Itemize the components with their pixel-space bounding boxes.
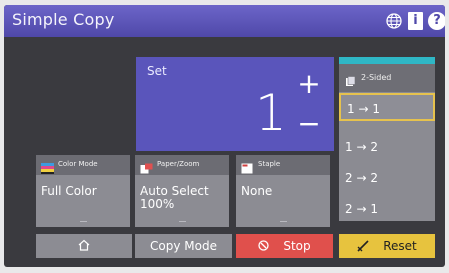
color-mode-card[interactable]: Color Mode Full Color [36, 155, 130, 227]
color-mode-svg [41, 163, 54, 174]
color-mode-header: Color Mode [36, 155, 130, 175]
color-mode-icon [41, 159, 54, 174]
staple-value: None [241, 184, 273, 198]
home-button[interactable] [36, 234, 132, 258]
two-sided-title: 2-Sided [361, 73, 392, 82]
set-label: Set [147, 64, 167, 78]
staple-indicator [280, 218, 287, 222]
globe-icon[interactable] [385, 12, 403, 30]
staple-card[interactable]: Staple None [236, 155, 330, 227]
duplex-option-1-to-1[interactable]: 1 → 1 [339, 93, 435, 121]
staple-icon [241, 159, 254, 174]
reset-icon [357, 234, 369, 258]
stop-icon [258, 234, 270, 258]
paper-zoom-svg [140, 163, 153, 174]
stop-label: Stop [283, 239, 311, 253]
stop-button[interactable]: Stop [236, 234, 333, 258]
home-icon [78, 239, 90, 251]
paper-zoom-card[interactable]: Paper/Zoom Auto Select 100% [135, 155, 229, 227]
duplex-option-1-to-2[interactable]: 1 → 2 [339, 133, 435, 161]
reset-button[interactable]: Reset [339, 234, 435, 258]
paper-zoom-value-line2: 100% [140, 197, 175, 211]
duplex-option-2-to-1[interactable]: 2 → 1 [339, 195, 435, 223]
reset-label: Reset [383, 239, 417, 253]
title-bar: Simple Copy i ? [4, 5, 445, 37]
increment-button[interactable]: + [294, 69, 324, 99]
paper-zoom-value: Auto Select 100% [140, 185, 209, 211]
help-icon[interactable]: ? [428, 12, 445, 30]
paper-zoom-indicator [179, 218, 186, 222]
paper-zoom-icon [140, 159, 153, 174]
color-mode-indicator [80, 218, 87, 222]
copy-count: 1 [255, 84, 287, 142]
globe-svg [386, 13, 402, 29]
stop-svg [258, 240, 270, 251]
staple-header: Staple [236, 155, 330, 175]
window-title: Simple Copy [12, 10, 115, 29]
screen: Simple Copy i ? Set 1 + − 2-Sided 1 → 1 … [0, 0, 449, 273]
copy-count-panel: Set 1 + − [136, 57, 334, 151]
two-sided-panel: 2-Sided 1 → 1 1 → 2 2 → 2 2 → 1 [339, 57, 435, 221]
staple-svg [241, 163, 253, 174]
reset-svg [357, 240, 369, 252]
duplex-svg [346, 76, 356, 86]
paper-zoom-header: Paper/Zoom [135, 155, 229, 175]
copier-panel: Simple Copy i ? Set 1 + − 2-Sided 1 → 1 … [4, 5, 445, 267]
two-sided-header: 2-Sided [339, 64, 435, 92]
color-mode-title: Color Mode [58, 160, 98, 168]
duplex-option-2-to-2[interactable]: 2 → 2 [339, 164, 435, 192]
staple-title: Staple [258, 160, 281, 168]
copy-mode-button[interactable]: Copy Mode [135, 234, 232, 258]
info-icon[interactable]: i [408, 12, 423, 30]
two-sided-accent-bar [339, 57, 435, 64]
paper-zoom-value-line1: Auto Select [140, 184, 209, 198]
paper-zoom-title: Paper/Zoom [157, 160, 200, 168]
color-mode-value: Full Color [41, 184, 97, 198]
decrement-button[interactable]: − [294, 109, 324, 139]
duplex-icon [345, 72, 356, 86]
